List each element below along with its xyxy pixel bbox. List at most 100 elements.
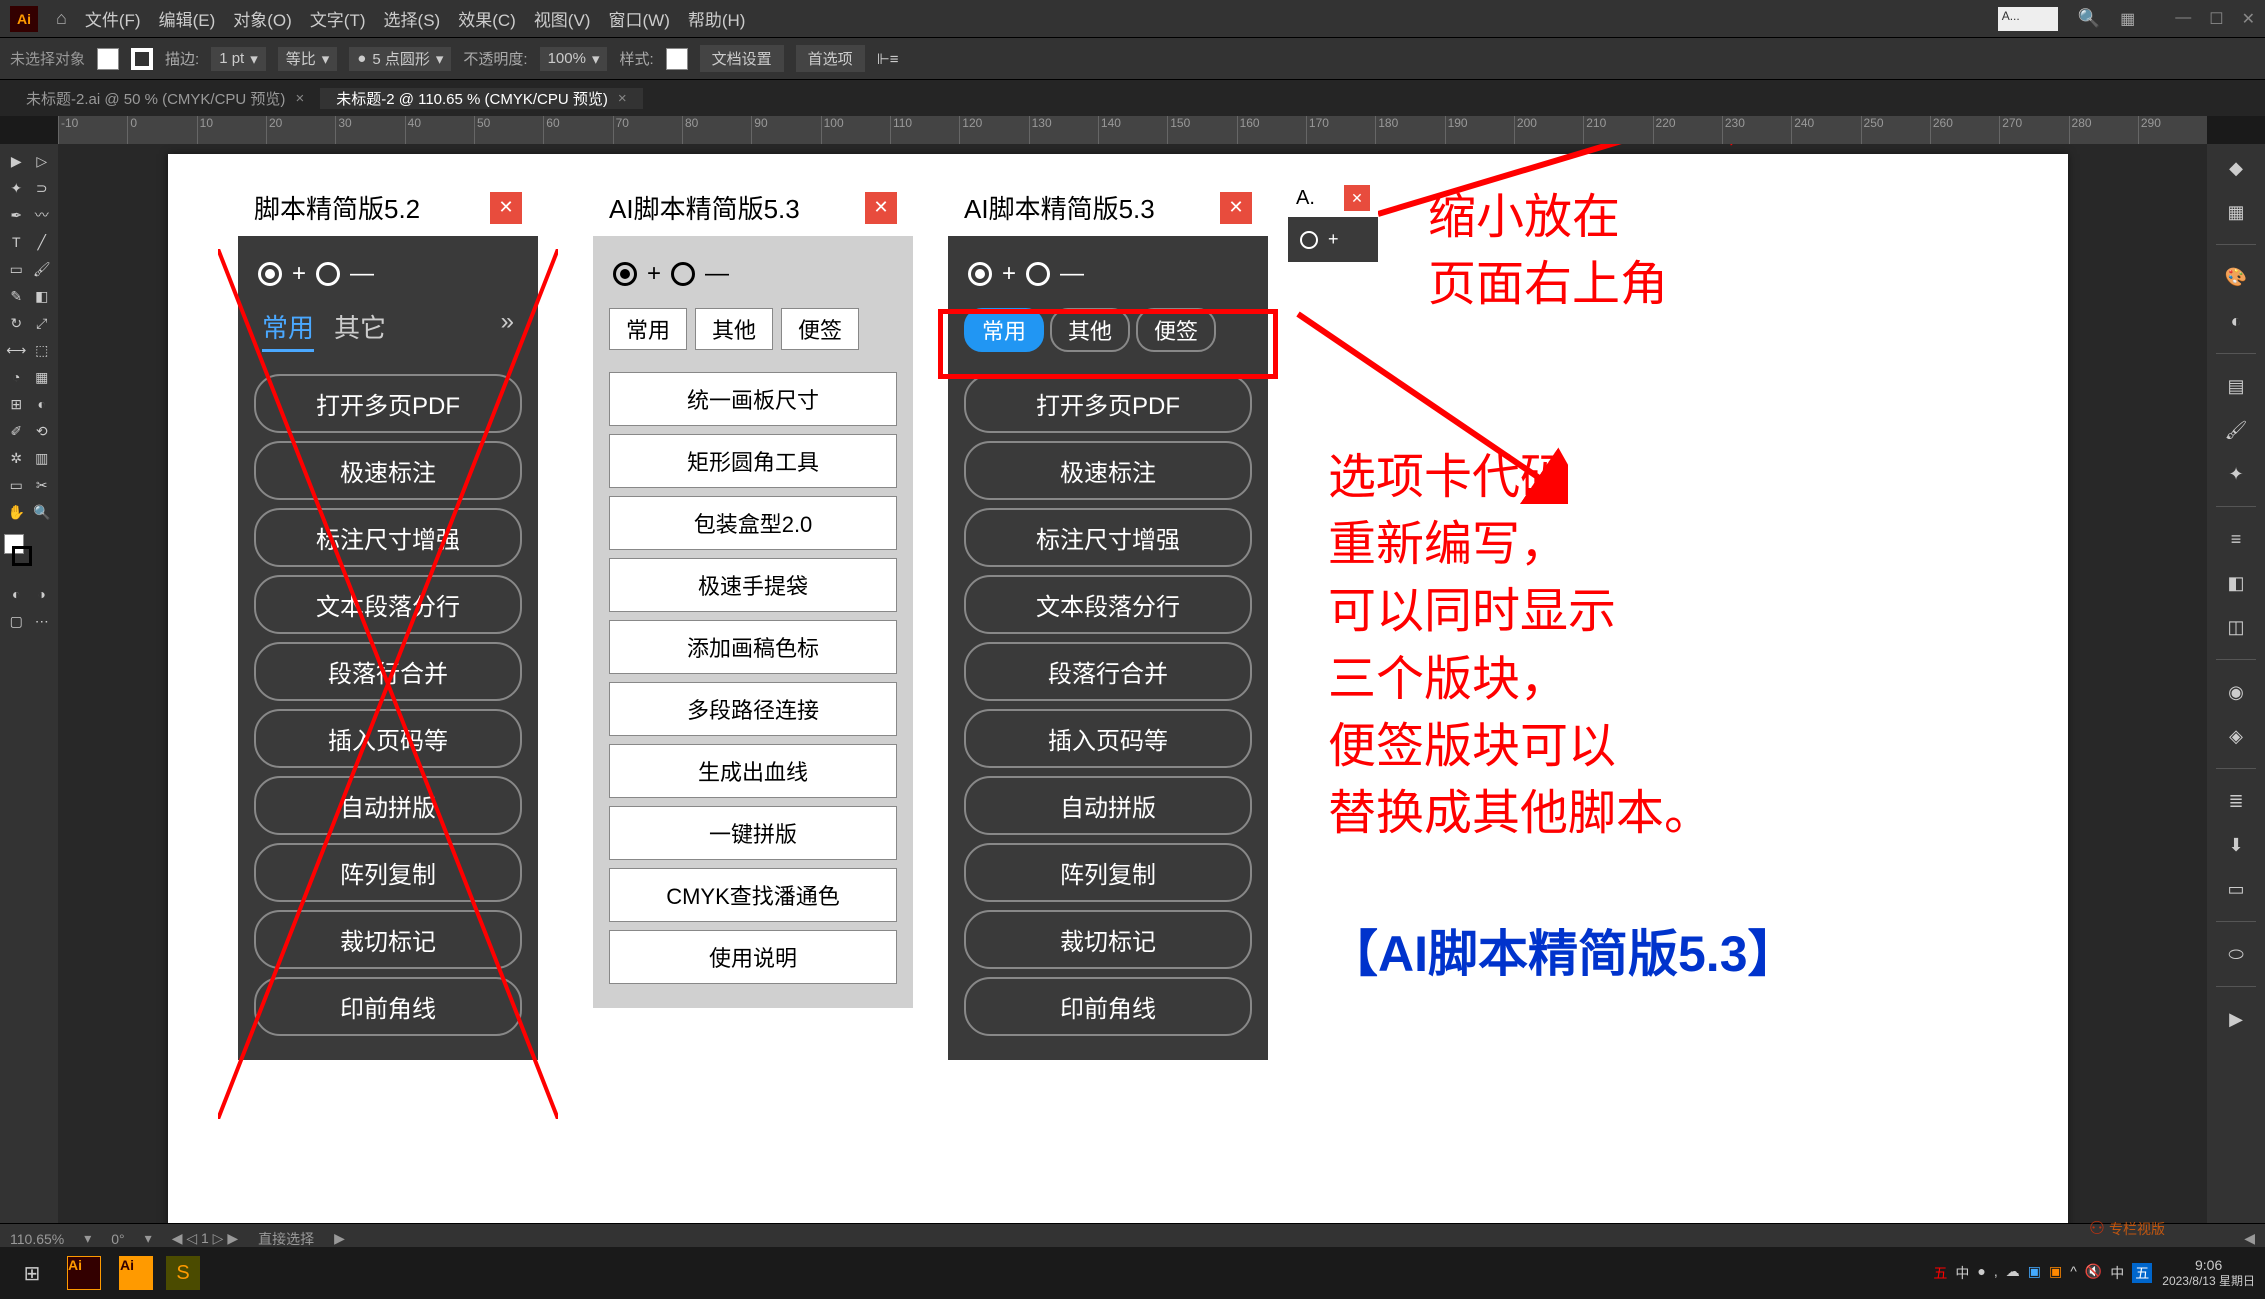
transparency-icon[interactable]: ◫ (2220, 611, 2252, 643)
tray-icon[interactable]: ▣ (2028, 1263, 2041, 1283)
radio-selected-icon[interactable] (613, 262, 637, 286)
script-button[interactable]: 极速标注 (254, 441, 522, 500)
script-button[interactable]: 生成出血线 (609, 744, 897, 798)
fill-stroke-indicator[interactable] (4, 534, 54, 566)
slice-tool[interactable]: ✂ (30, 472, 55, 498)
tray-icon[interactable]: 中 (1955, 1263, 1969, 1283)
shaper-tool[interactable]: ✎ (4, 283, 29, 309)
script-button[interactable]: 标注尺寸增强 (964, 508, 1252, 567)
scroll-arrow[interactable]: ◀ (2244, 1230, 2255, 1247)
script-button[interactable]: 插入页码等 (254, 709, 522, 768)
cloud-icon[interactable]: ☁ (2006, 1263, 2020, 1283)
script-button[interactable]: 标注尺寸增强 (254, 508, 522, 567)
doc-tab-2[interactable]: 未标题-2 @ 110.65 % (CMYK/CPU 预览)× (320, 88, 642, 109)
panel-close-button[interactable]: ✕ (490, 192, 522, 224)
tab-other[interactable]: 其他 (695, 308, 773, 350)
rectangle-tool[interactable]: ▭ (4, 256, 29, 282)
color-icon[interactable]: 🎨 (2220, 261, 2252, 293)
graph-tool[interactable]: ▥ (30, 445, 55, 471)
align-icon[interactable]: ⊩≡ (877, 50, 899, 68)
style-swatch[interactable] (666, 48, 688, 70)
script-button[interactable]: 使用说明 (609, 930, 897, 984)
draw-mode[interactable]: ◑ (30, 581, 55, 607)
lasso-tool[interactable]: ⊃ (30, 175, 55, 201)
system-tray[interactable]: 五 中 ● , ☁ ▣ ▣ ^ 🔇 中 五 (1933, 1263, 2152, 1283)
paintbrush-tool[interactable]: 🖌 (30, 256, 55, 282)
stroke-weight-dropdown[interactable]: 1 pt ▾ (211, 47, 266, 71)
appearance-icon[interactable]: ◉ (2220, 676, 2252, 708)
artboard-tool[interactable]: ▭ (4, 472, 29, 498)
eraser-tool[interactable]: ◧ (30, 283, 55, 309)
links-icon[interactable]: ⬭ (2220, 938, 2252, 970)
radio-selected-icon[interactable] (968, 262, 992, 286)
panel-close-button[interactable]: ✕ (865, 192, 897, 224)
document-setup-button[interactable]: 文档设置 (700, 45, 784, 72)
stroke-swatch[interactable] (131, 48, 153, 70)
script-button[interactable]: 阵列复制 (964, 843, 1252, 902)
script-button[interactable]: 段落行合并 (964, 642, 1252, 701)
screen-mode[interactable]: ▢ (4, 608, 29, 634)
canvas[interactable]: 脚本精简版5.2 ✕ + — 常用 其它 » 打开多页PDF (58, 144, 2207, 1223)
start-icon[interactable]: ⊞ (10, 1253, 54, 1293)
blend-tool[interactable]: ⟲ (30, 418, 55, 444)
tab-common[interactable]: 常用 (262, 308, 314, 352)
rotate-tool[interactable]: ↻ (4, 310, 29, 336)
chevron-down-icon[interactable]: ▾ (84, 1230, 91, 1247)
tab-other[interactable]: 其他 (1050, 308, 1130, 352)
magic-wand-tool[interactable]: ✦ (4, 175, 29, 201)
menu-edit[interactable]: 编辑(E) (159, 6, 216, 31)
radio-icon[interactable] (1300, 231, 1318, 249)
tab-close-icon[interactable]: × (295, 90, 304, 107)
home-icon[interactable]: ⌂ (56, 8, 67, 29)
script-button[interactable]: 包装盒型2.0 (609, 496, 897, 550)
artboards-icon[interactable]: ▭ (2220, 873, 2252, 905)
script-button[interactable]: 一键拼版 (609, 806, 897, 860)
stroke-icon[interactable]: ≡ (2220, 523, 2252, 555)
taskbar-app-ai-2[interactable]: Ai (114, 1253, 158, 1293)
mute-icon[interactable]: 🔇 (2085, 1263, 2102, 1283)
radio-icon[interactable] (671, 262, 695, 286)
preferences-button[interactable]: 首选项 (796, 45, 865, 72)
radio-icon[interactable] (316, 262, 340, 286)
selection-tool[interactable]: ▶ (4, 148, 29, 174)
chevron-right-icon[interactable]: » (501, 308, 514, 352)
script-button[interactable]: 多段路径连接 (609, 682, 897, 736)
radio-selected-icon[interactable] (258, 262, 282, 286)
panel-close-button[interactable]: ✕ (1220, 192, 1252, 224)
taskbar-app-ai-1[interactable]: Ai (62, 1253, 106, 1293)
graphic-styles-icon[interactable]: ◈ (2220, 720, 2252, 752)
menu-select[interactable]: 选择(S) (384, 6, 441, 31)
zoom-level[interactable]: 110.65% (10, 1231, 64, 1247)
maximize-icon[interactable]: ☐ (2209, 9, 2223, 29)
color-mode[interactable]: ◐ (4, 581, 29, 607)
minimize-icon[interactable]: — (2175, 9, 2191, 29)
menu-window[interactable]: 窗口(W) (608, 6, 669, 31)
script-button[interactable]: 文本段落分行 (964, 575, 1252, 634)
taskbar-app-sublime[interactable]: S (166, 1256, 200, 1290)
ime-icon-2[interactable]: 五 (2132, 1263, 2152, 1283)
line-tool[interactable]: ╱ (30, 229, 55, 255)
tab-other[interactable]: 其它 (334, 308, 386, 352)
menu-help[interactable]: 帮助(H) (688, 6, 746, 31)
tray-icon[interactable]: ▣ (2049, 1263, 2062, 1283)
script-button[interactable]: 矩形圆角工具 (609, 434, 897, 488)
script-button[interactable]: 打开多页PDF (964, 374, 1252, 433)
script-button[interactable]: 印前角线 (254, 977, 522, 1036)
mini-docked-panel[interactable]: A... (1998, 7, 2058, 31)
script-button[interactable]: 极速标注 (964, 441, 1252, 500)
menu-effect[interactable]: 效果(C) (458, 6, 516, 31)
uniform-dropdown[interactable]: 等比 ▾ (278, 47, 338, 71)
tab-close-icon[interactable]: × (618, 90, 627, 107)
script-button[interactable]: 自动拼版 (254, 776, 522, 835)
curvature-tool[interactable]: 〰 (30, 202, 55, 228)
zoom-tool[interactable]: 🔍 (30, 499, 55, 525)
tab-notes[interactable]: 便签 (781, 308, 859, 350)
script-button[interactable]: 阵列复制 (254, 843, 522, 902)
script-button[interactable]: 文本段落分行 (254, 575, 522, 634)
script-button[interactable]: 裁切标记 (254, 910, 522, 969)
type-tool[interactable]: T (4, 229, 29, 255)
hand-tool[interactable]: ✋ (4, 499, 29, 525)
opacity-dropdown[interactable]: 100% ▾ (540, 47, 608, 71)
layers-icon[interactable]: ≣ (2220, 785, 2252, 817)
brushes-icon[interactable]: 🖌 (2220, 414, 2252, 446)
